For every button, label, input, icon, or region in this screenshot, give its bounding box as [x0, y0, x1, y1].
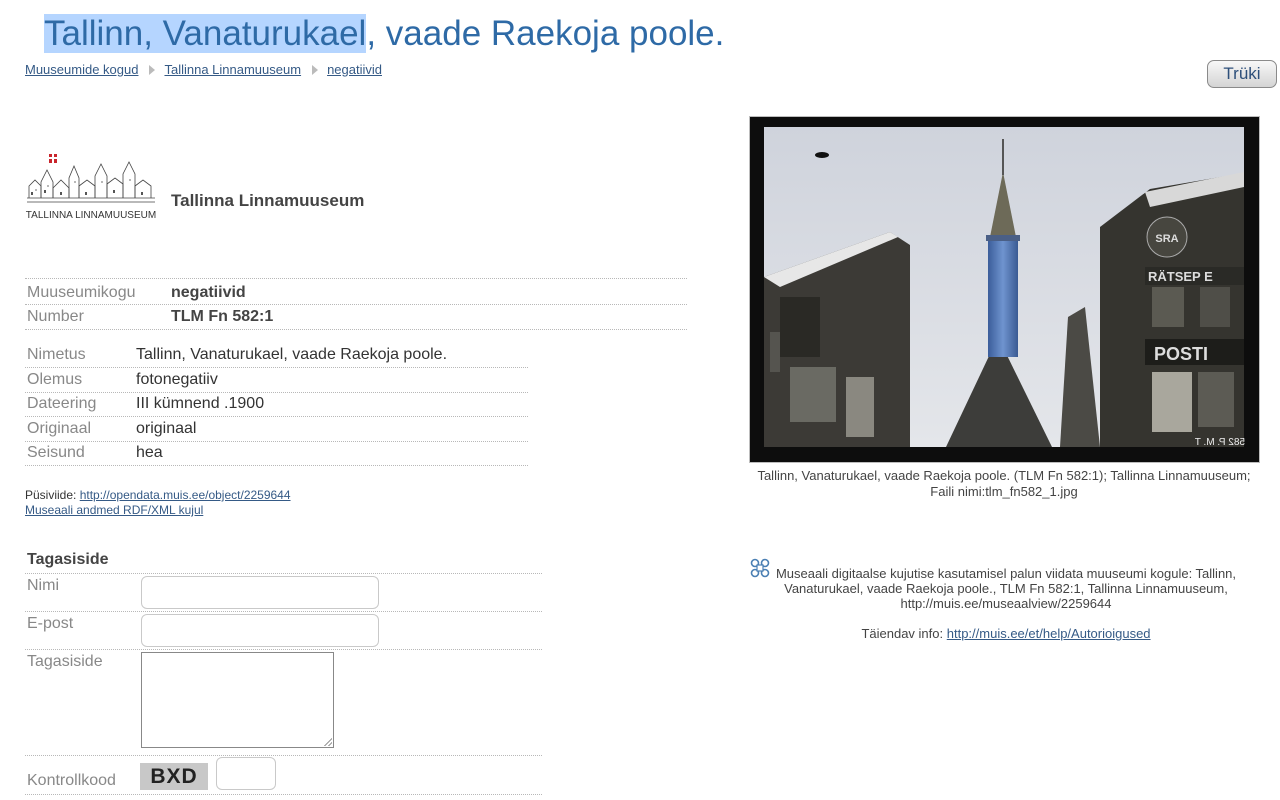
- divider: [25, 731, 542, 756]
- print-button[interactable]: Trüki: [1207, 60, 1277, 88]
- detail-label: Originaal: [27, 420, 92, 437]
- message-label: Tagasiside: [27, 653, 103, 670]
- detail-value: originaal: [136, 420, 197, 437]
- detail-row: Olemus fotonegatiiv: [25, 368, 528, 393]
- object-photo[interactable]: SRA RÄTSEP E POSTI 582 P. M. T: [749, 116, 1260, 463]
- breadcrumb-museum-collections[interactable]: Muuseumide kogud: [25, 62, 138, 77]
- number-value: TLM Fn 582:1: [171, 308, 274, 325]
- page-title: Tallinn, Vanaturukael, vaade Raekoja poo…: [44, 14, 724, 54]
- detail-row: Originaal originaal: [25, 417, 528, 442]
- detail-row: Seisund hea: [25, 441, 528, 466]
- photo-image: SRA RÄTSEP E POSTI 582 P. M. T: [750, 117, 1259, 462]
- breadcrumb-separator-icon: [312, 65, 319, 75]
- rdf-link[interactable]: Museaali andmed RDF/XML kujul: [25, 503, 203, 517]
- divider: [25, 625, 542, 650]
- detail-row: Nimetus Tallinn, Vanaturukael, vaade Rae…: [25, 343, 528, 368]
- detail-value: III kümnend .1900: [136, 395, 265, 412]
- rdf-line: Museaali andmed RDF/XML kujul: [25, 503, 203, 517]
- detail-value: Tallinn, Vanaturukael, vaade Raekoja poo…: [136, 346, 448, 363]
- number-row: Number TLM Fn 582:1: [25, 305, 687, 330]
- detail-label: Dateering: [27, 395, 97, 412]
- photo-sign-sra: SRA: [1155, 233, 1178, 245]
- license-text: Museaali digitaalse kujutise kasutamisel…: [775, 566, 1237, 611]
- title-rest-text: , vaade Raekoja poole.: [366, 14, 725, 53]
- extra-info: Täiendav info: http://muis.ee/et/help/Au…: [752, 626, 1260, 641]
- detail-label: Nimetus: [27, 346, 86, 363]
- number-label: Number: [27, 308, 84, 325]
- divider: [25, 254, 687, 279]
- detail-row: Dateering III kümnend .1900: [25, 392, 528, 417]
- detail-label: Olemus: [27, 371, 83, 388]
- photo-caption: Tallinn, Vanaturukael, vaade Raekoja poo…: [757, 468, 1251, 499]
- collection-value: negatiivid: [171, 284, 246, 301]
- divider: [25, 770, 542, 795]
- divider: [25, 549, 542, 574]
- breadcrumb-collection[interactable]: negatiivid: [327, 62, 382, 77]
- logo-text: TALLINNA LINNAMUUSEUM: [26, 210, 156, 221]
- extra-info-label: Täiendav info:: [861, 626, 944, 641]
- detail-value: fotonegatiiv: [136, 371, 218, 388]
- museum-logo: TALLINNA LINNAMUUSEUM: [26, 154, 156, 221]
- museum-name: Tallinna Linnamuuseum: [171, 191, 365, 210]
- divider: [25, 587, 542, 612]
- detail-value: hea: [136, 444, 163, 461]
- extra-info-link[interactable]: http://muis.ee/et/help/Autorioigused: [947, 626, 1151, 641]
- breadcrumb: Muuseumide kogud Tallinna Linnamuuseum neg…: [25, 62, 382, 77]
- permalink-line: Püsiviide: http://opendata.muis.ee/objec…: [25, 488, 291, 502]
- breadcrumb-separator-icon: [149, 65, 156, 75]
- permalink-label: Püsiviide:: [25, 488, 77, 502]
- breadcrumb-museum[interactable]: Tallinna Linnamuuseum: [164, 62, 301, 77]
- title-selected-text: Tallinn, Vanaturukael: [44, 14, 367, 53]
- collection-label: Muuseumikogu: [27, 284, 136, 301]
- permalink-link[interactable]: http://opendata.muis.ee/object/2259644: [80, 488, 291, 502]
- photo-sign-ratsep: RÄTSEP E: [1148, 269, 1213, 284]
- photo-negative-mark: 582 P. M. T: [1195, 437, 1245, 448]
- collection-row: Muuseumikogu negatiivid: [25, 280, 687, 305]
- detail-label: Seisund: [27, 444, 85, 461]
- photo-sign-posti: POSTI: [1154, 344, 1208, 364]
